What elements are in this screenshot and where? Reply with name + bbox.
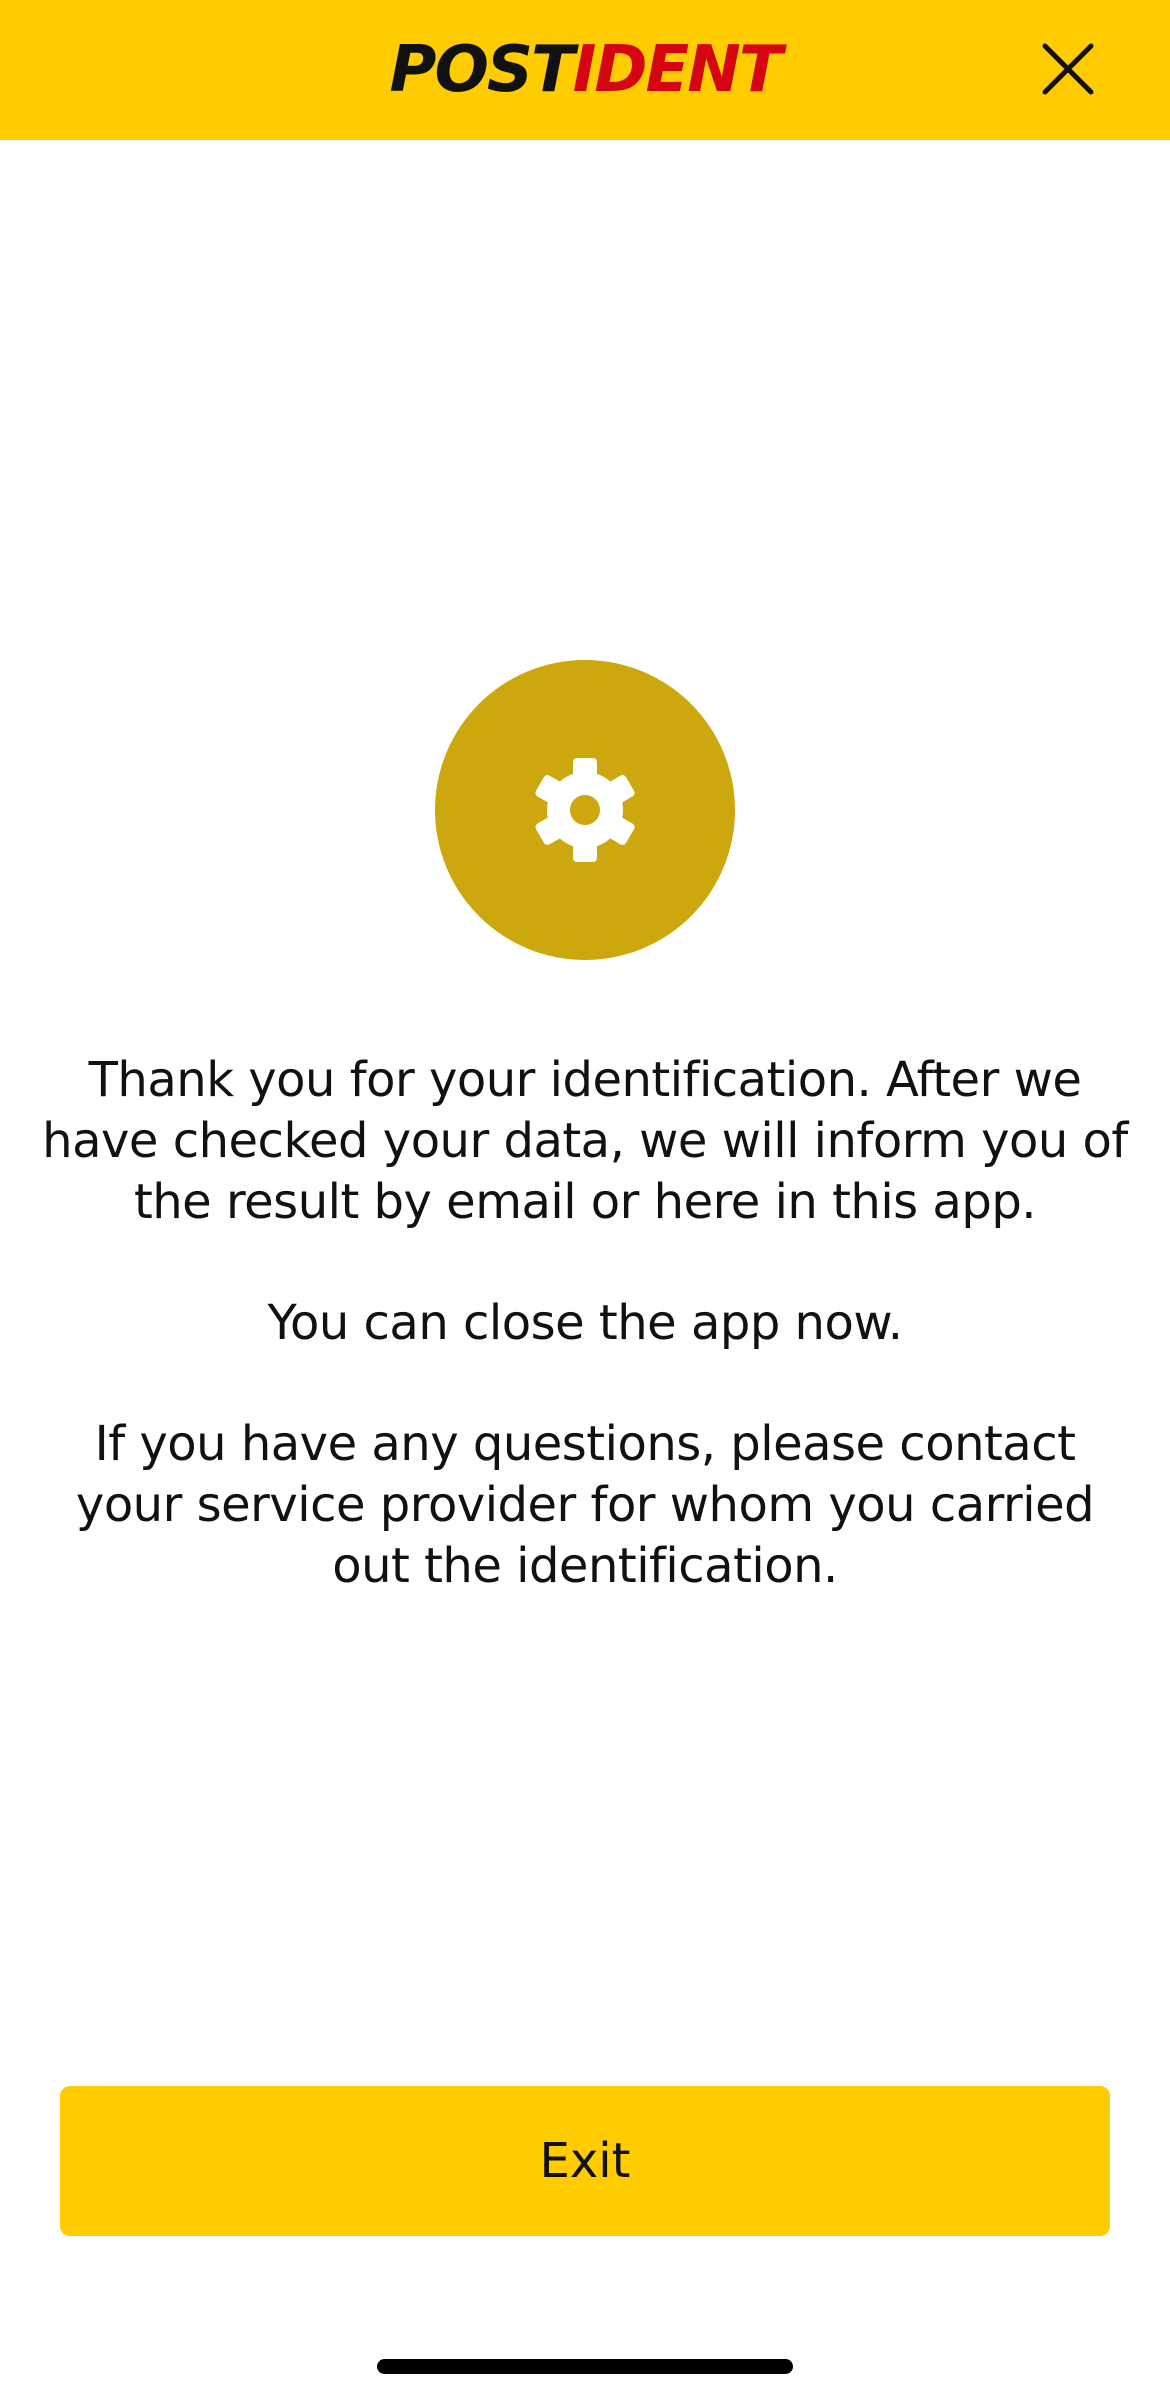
close-app-message: You can close the app now. — [267, 1295, 903, 1351]
logo-post-text: POST — [389, 33, 575, 107]
close-button[interactable] — [1028, 36, 1108, 108]
identification-complete-screen: POSTIDENT Thank you for your identificat… — [0, 0, 1170, 2399]
processing-status-circle — [435, 660, 735, 960]
logo-ident-text: IDENT — [572, 33, 783, 107]
home-indicator[interactable] — [377, 2359, 793, 2374]
app-header: POSTIDENT — [0, 0, 1170, 140]
contact-provider-message: If you have any questions, please contac… — [75, 1416, 1095, 1594]
thank-you-message: Thank you for your identification. After… — [42, 1052, 1128, 1230]
gear-icon — [535, 758, 635, 862]
close-icon — [1042, 43, 1094, 95]
postident-logo: POSTIDENT — [0, 30, 1170, 110]
exit-button[interactable]: Exit — [60, 2086, 1110, 2236]
